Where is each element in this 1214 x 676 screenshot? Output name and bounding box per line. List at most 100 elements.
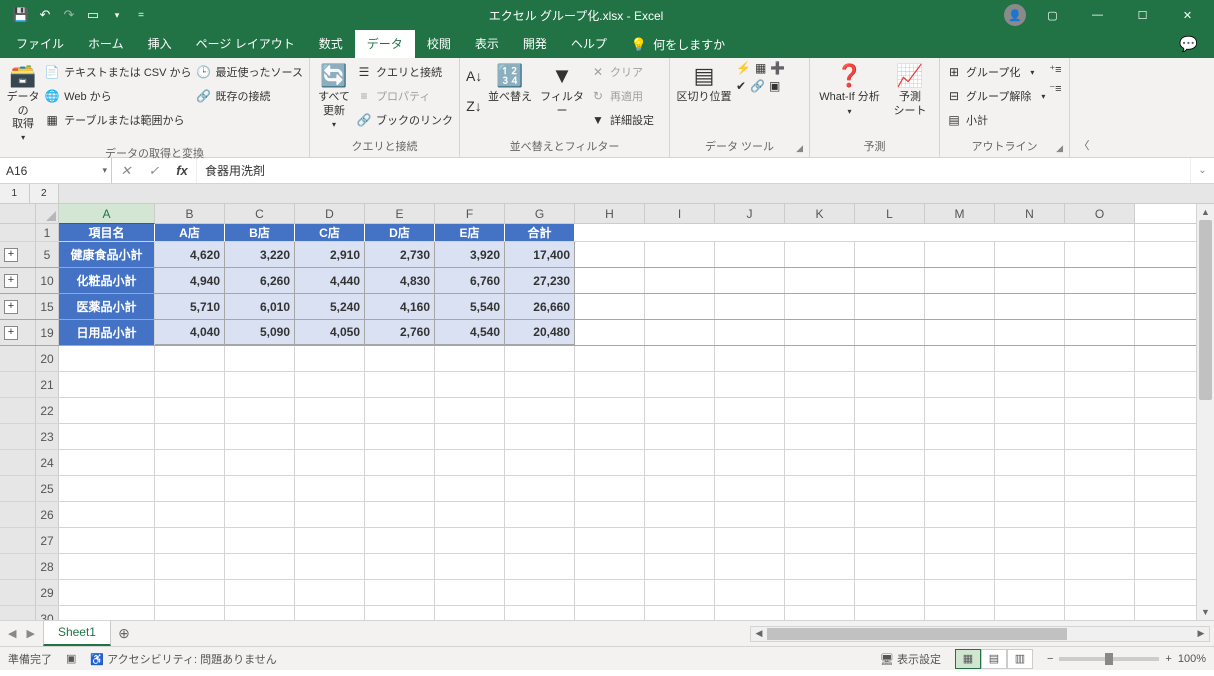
row-header[interactable]: 26 <box>36 502 59 527</box>
cell[interactable] <box>155 606 225 620</box>
cell[interactable] <box>1065 424 1135 449</box>
col-header-d[interactable]: D <box>295 204 365 223</box>
cell[interactable] <box>435 346 505 371</box>
outline-level-1-button[interactable]: 1 <box>0 184 30 203</box>
cell[interactable]: 4,040 <box>155 320 225 345</box>
cell[interactable] <box>225 554 295 579</box>
cell[interactable] <box>855 346 925 371</box>
cell[interactable]: 2,730 <box>365 242 435 267</box>
recent-sources-button[interactable]: 🕒最近使ったソース <box>196 61 303 83</box>
expand-group-button[interactable]: + <box>4 248 18 262</box>
properties-button[interactable]: ≡プロパティ <box>356 85 453 107</box>
cell[interactable] <box>925 424 995 449</box>
cell[interactable] <box>435 502 505 527</box>
cell[interactable] <box>785 372 855 397</box>
cell[interactable] <box>295 606 365 620</box>
cell[interactable] <box>505 580 575 605</box>
cell[interactable] <box>365 346 435 371</box>
tell-me[interactable]: 💡 何をしますか <box>619 31 737 58</box>
show-detail-icon[interactable]: ⁺≡ <box>1049 63 1061 76</box>
cell[interactable] <box>505 346 575 371</box>
sheet-nav-next-icon[interactable]: ▶ <box>26 627 34 640</box>
consolidate-icon[interactable]: ➕ <box>770 61 785 75</box>
cell[interactable] <box>575 242 645 267</box>
cell[interactable]: 健康食品小計 <box>59 242 155 267</box>
scroll-down-icon[interactable]: ▼ <box>1197 604 1214 620</box>
cell[interactable] <box>59 476 155 501</box>
row-header[interactable]: 25 <box>36 476 59 501</box>
cell[interactable] <box>295 372 365 397</box>
cell[interactable] <box>1065 242 1135 267</box>
cell[interactable] <box>785 398 855 423</box>
cell[interactable] <box>855 268 925 293</box>
cell[interactable] <box>365 554 435 579</box>
cell[interactable] <box>995 554 1065 579</box>
cell[interactable] <box>855 294 925 319</box>
redo-icon[interactable]: ↷ <box>58 4 80 26</box>
group-button[interactable]: ⊞グループ化▾ <box>946 61 1045 83</box>
cell[interactable] <box>1065 372 1135 397</box>
cell[interactable] <box>365 606 435 620</box>
accessibility-status[interactable]: ♿ アクセシビリティ: 問題ありません <box>90 651 276 667</box>
cell[interactable] <box>645 294 715 319</box>
cell[interactable] <box>785 606 855 620</box>
page-layout-view-button[interactable]: ▤ <box>981 649 1007 669</box>
col-header-m[interactable]: M <box>925 204 995 223</box>
cell[interactable]: 26,660 <box>505 294 575 319</box>
scroll-up-icon[interactable]: ▲ <box>1197 204 1214 220</box>
cell[interactable] <box>785 476 855 501</box>
cell[interactable] <box>59 554 155 579</box>
cell[interactable] <box>1065 580 1135 605</box>
touch-mode-icon[interactable]: ▭ <box>82 4 104 26</box>
cell[interactable] <box>925 606 995 620</box>
insert-function-icon[interactable]: fx <box>168 163 196 178</box>
cell[interactable] <box>435 528 505 553</box>
cell[interactable] <box>575 476 645 501</box>
cell[interactable] <box>575 372 645 397</box>
cell[interactable] <box>715 606 785 620</box>
cell[interactable] <box>715 242 785 267</box>
tab-data[interactable]: データ <box>355 30 415 58</box>
cell[interactable] <box>59 450 155 475</box>
cell[interactable] <box>59 580 155 605</box>
cell[interactable] <box>855 372 925 397</box>
cell[interactable] <box>225 476 295 501</box>
cell[interactable] <box>295 398 365 423</box>
cell[interactable] <box>645 450 715 475</box>
cell[interactable] <box>295 346 365 371</box>
cell[interactable] <box>225 606 295 620</box>
cell[interactable] <box>1065 606 1135 620</box>
cell[interactable] <box>925 242 995 267</box>
normal-view-button[interactable]: ▦ <box>955 649 981 669</box>
subtotal-button[interactable]: ▤小計 <box>946 109 1045 131</box>
cell[interactable] <box>1065 450 1135 475</box>
cell[interactable] <box>645 502 715 527</box>
queries-connections-button[interactable]: ☰クエリと接続 <box>356 61 453 83</box>
cell[interactable] <box>59 424 155 449</box>
cell[interactable] <box>785 502 855 527</box>
cell[interactable] <box>855 528 925 553</box>
relationships-icon[interactable]: 🔗 <box>750 79 765 93</box>
cell[interactable] <box>715 398 785 423</box>
cell[interactable]: A店 <box>155 224 225 241</box>
cell[interactable] <box>1065 398 1135 423</box>
cell[interactable] <box>715 224 785 241</box>
tab-file[interactable]: ファイル <box>4 30 76 58</box>
zoom-slider[interactable] <box>1059 657 1159 661</box>
cell[interactable] <box>645 242 715 267</box>
cell[interactable] <box>715 372 785 397</box>
col-header-h[interactable]: H <box>575 204 645 223</box>
cell[interactable] <box>855 320 925 345</box>
zoom-in-button[interactable]: + <box>1165 653 1171 665</box>
cell[interactable]: 6,760 <box>435 268 505 293</box>
cell[interactable] <box>785 294 855 319</box>
cell[interactable] <box>855 606 925 620</box>
cell[interactable] <box>645 398 715 423</box>
cell[interactable] <box>995 398 1065 423</box>
sheet-tab[interactable]: Sheet1 <box>43 621 111 646</box>
cell[interactable] <box>435 580 505 605</box>
cell[interactable] <box>855 476 925 501</box>
cell[interactable] <box>715 554 785 579</box>
cell[interactable] <box>785 224 855 241</box>
cell[interactable] <box>365 398 435 423</box>
